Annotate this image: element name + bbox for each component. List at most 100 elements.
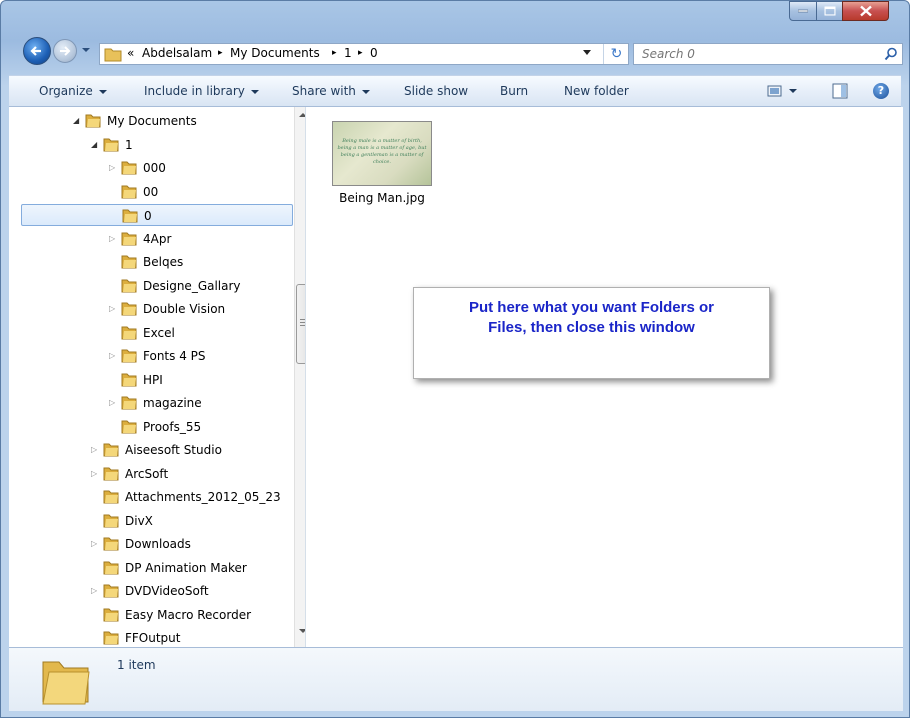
- collapse-arrow-icon[interactable]: ◢: [73, 116, 79, 125]
- command-bar: Organize Include in library Share with S…: [9, 75, 901, 107]
- tree-item-label: DP Animation Maker: [125, 560, 247, 575]
- include-in-library-label: Include in library: [144, 84, 245, 98]
- chevron-down-icon: [98, 89, 107, 94]
- change-view-button[interactable]: [767, 83, 799, 102]
- back-button[interactable]: [23, 37, 51, 65]
- close-icon: [859, 5, 872, 17]
- breadcrumb-1[interactable]: 1: [344, 46, 352, 60]
- tree-item[interactable]: Belqes: [9, 251, 293, 273]
- navigation-pane[interactable]: ◢ My Documents ◢ 1 ▷ 000 00 0 ▷ 4Apr Belqes Designe…: [9, 107, 305, 647]
- share-with-button[interactable]: Share with: [292, 84, 370, 98]
- breadcrumb-abdelsalam[interactable]: Abdelsalam: [142, 46, 212, 60]
- tree-item-label: Double Vision: [143, 302, 226, 316]
- file-item[interactable]: Being male is a matter of birth, being a…: [330, 119, 438, 209]
- tree-item[interactable]: FFOutput: [9, 627, 293, 647]
- view-options-icon: [767, 85, 797, 97]
- breadcrumb-0[interactable]: 0: [370, 46, 378, 60]
- tree-item-label: Proofs_55: [143, 419, 202, 434]
- tree-item-label: 0: [144, 209, 152, 223]
- expand-arrow-icon[interactable]: ▷: [109, 304, 115, 313]
- tree-item[interactable]: HPI: [9, 369, 293, 391]
- tree-item-label: magazine: [143, 396, 202, 410]
- breadcrumb-separator[interactable]: ▸: [218, 48, 223, 58]
- breadcrumb-my-documents[interactable]: My Documents: [230, 46, 320, 60]
- navigation-scrollbar[interactable]: [294, 107, 305, 647]
- folder-icon: [104, 48, 122, 62]
- tree-item[interactable]: Designe_Gallary: [9, 275, 293, 297]
- tree-item[interactable]: Attachments_2012_05_23: [9, 486, 293, 508]
- expand-arrow-icon[interactable]: ▷: [91, 469, 97, 478]
- new-folder-button[interactable]: New folder: [564, 84, 629, 98]
- maximize-icon: [824, 6, 835, 16]
- tree-item[interactable]: ▷ Double Vision: [9, 298, 293, 320]
- expand-arrow-icon[interactable]: ▷: [109, 234, 115, 243]
- address-bar[interactable]: « Abdelsalam ▸ My Documents ▸ 1 ▸ 0 ↻: [99, 43, 629, 65]
- tree-item[interactable]: ◢ My Documents: [9, 110, 293, 132]
- tree-item-label: Attachments_2012_05_23: [125, 490, 281, 504]
- tree-item[interactable]: ▷ magazine: [9, 392, 293, 414]
- tree-item[interactable]: ▷ Fonts 4 PS: [9, 345, 293, 367]
- expand-arrow-icon[interactable]: ▷: [91, 445, 97, 454]
- breadcrumb-separator[interactable]: ▸: [358, 48, 363, 58]
- breadcrumb-separator[interactable]: ▸: [332, 48, 337, 58]
- tree-item-label: 00: [143, 184, 159, 199]
- expand-arrow-icon[interactable]: ▷: [109, 351, 115, 360]
- tree-item[interactable]: ◢ 1: [9, 134, 293, 156]
- tree-item[interactable]: ▷ 000: [9, 157, 293, 179]
- preview-pane-icon: [832, 83, 848, 99]
- folder-icon: [121, 396, 137, 410]
- folder-icon: [121, 279, 137, 292]
- tree-item[interactable]: ▷ ArcSoft: [9, 463, 293, 485]
- tree-item[interactable]: DP Animation Maker: [9, 557, 293, 579]
- tree-item[interactable]: Easy Macro Recorder: [9, 604, 293, 626]
- tree-item-label: Excel: [143, 325, 175, 340]
- tree-item-label: Aiseesoft Studio: [125, 443, 222, 457]
- folder-icon: [103, 584, 119, 598]
- minimize-button[interactable]: [789, 1, 817, 21]
- burn-button[interactable]: Burn: [500, 84, 528, 98]
- help-button[interactable]: ?: [873, 83, 889, 99]
- chevron-down-icon: [361, 89, 370, 94]
- tree-item[interactable]: Proofs_55: [9, 416, 293, 438]
- refresh-button[interactable]: ↻: [603, 44, 629, 64]
- expand-arrow-icon[interactable]: ▷: [109, 163, 115, 172]
- explorer-window: « Abdelsalam ▸ My Documents ▸ 1 ▸ 0 ↻ Or…: [0, 0, 910, 718]
- tree-item-label: 1: [125, 137, 133, 152]
- close-button[interactable]: [842, 1, 889, 21]
- minimize-icon: [798, 9, 808, 13]
- expand-arrow-icon[interactable]: ▷: [109, 398, 115, 407]
- tree-item[interactable]: ▷ 4Apr: [9, 228, 293, 250]
- folder-icon: [121, 302, 137, 316]
- include-in-library-button[interactable]: Include in library: [144, 84, 259, 98]
- tree-item[interactable]: ▷ Downloads: [9, 533, 293, 555]
- preview-pane-button[interactable]: [832, 83, 848, 102]
- file-list-pane[interactable]: Being male is a matter of birth, being a…: [305, 107, 903, 647]
- folder-icon: [85, 114, 101, 128]
- tree-item[interactable]: ▷ Aiseesoft Studio: [9, 439, 293, 461]
- tree-item-label: 4Apr: [143, 231, 172, 246]
- tree-item[interactable]: 0: [21, 204, 293, 226]
- search-box[interactable]: [633, 43, 903, 65]
- search-icon[interactable]: [884, 47, 898, 61]
- slide-show-button[interactable]: Slide show: [404, 84, 468, 98]
- share-with-label: Share with: [292, 84, 356, 98]
- maximize-button[interactable]: [816, 1, 843, 21]
- tree-item-label: Downloads: [125, 537, 191, 551]
- address-history-chevron-down-icon[interactable]: [583, 50, 591, 55]
- tree-item[interactable]: 00: [9, 181, 293, 203]
- forward-button[interactable]: [53, 39, 77, 63]
- collapse-arrow-icon[interactable]: ◢: [91, 140, 97, 149]
- expand-arrow-icon[interactable]: ▷: [91, 539, 97, 548]
- folder-icon: [121, 420, 137, 433]
- breadcrumb-overflow[interactable]: «: [127, 46, 134, 60]
- recent-pages-chevron-down-icon[interactable]: [81, 45, 91, 55]
- tree-item[interactable]: ▷ DVDVideoSoft: [9, 580, 293, 602]
- folder-icon: [121, 255, 137, 269]
- tree-item[interactable]: Excel: [9, 322, 293, 344]
- search-input[interactable]: [640, 46, 864, 62]
- folder-icon: [122, 209, 138, 223]
- scrollbar-thumb[interactable]: [296, 284, 305, 364]
- tree-item[interactable]: DivX: [9, 510, 293, 532]
- organize-button[interactable]: Organize: [39, 84, 107, 98]
- expand-arrow-icon[interactable]: ▷: [91, 586, 97, 595]
